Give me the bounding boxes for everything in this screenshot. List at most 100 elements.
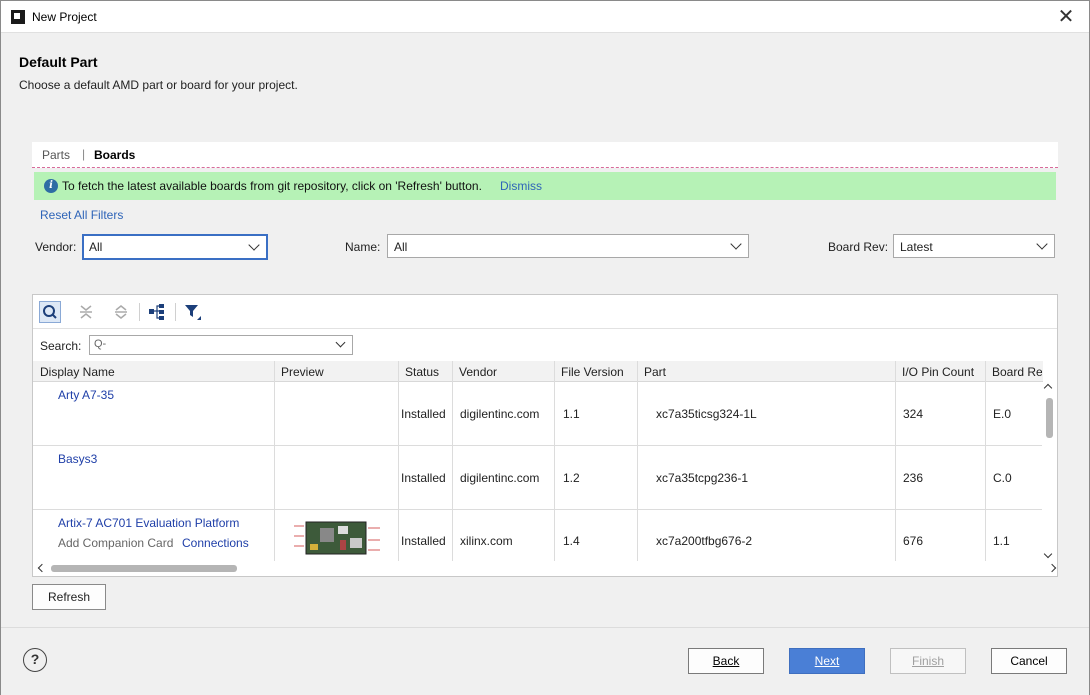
board-vendor: digilentinc.com <box>460 471 540 485</box>
scroll-right-icon[interactable] <box>1047 563 1057 573</box>
finish-button[interactable]: Finish <box>890 648 966 674</box>
window-title: New Project <box>32 10 97 24</box>
board-vendor: digilentinc.com <box>460 407 540 421</box>
info-banner: i To fetch the latest available boards f… <box>34 172 1056 200</box>
board-display-name[interactable]: Arty A7-35 <box>58 388 114 402</box>
search-icon <box>43 305 57 319</box>
board-file-version: 1.2 <box>563 471 580 485</box>
horizontal-scroll-thumb[interactable] <box>51 565 237 572</box>
toolbar-divider <box>175 303 176 321</box>
table-toolbar <box>33 295 1057 329</box>
board-selection-panel: Parts | Boards i To fetch the latest ava… <box>32 142 1058 614</box>
search-toggle-button[interactable] <box>39 301 61 323</box>
board-io-pin-count: 676 <box>903 534 924 548</box>
chevron-down-icon <box>335 337 346 348</box>
companion-card-label: Add Companion Card <box>58 536 174 550</box>
scroll-left-icon[interactable] <box>37 563 47 573</box>
board-display-name[interactable]: Basys3 <box>58 452 97 466</box>
search-row: Search: Q- <box>33 331 1057 359</box>
scroll-down-icon[interactable] <box>1043 549 1053 559</box>
app-icon <box>11 10 25 24</box>
title-bar: New Project ✕ <box>1 1 1089 33</box>
table-row[interactable]: Artix-7 AC701 Evaluation Platform Add Co… <box>33 510 1043 562</box>
board-status: Installed <box>401 407 446 421</box>
board-io-pin-count: 236 <box>903 471 924 485</box>
expand-all-button[interactable] <box>110 301 132 323</box>
vertical-scrollbar[interactable] <box>1042 382 1056 562</box>
vendor-select[interactable]: All <box>82 234 268 260</box>
board-file-version: 1.1 <box>563 407 580 421</box>
filter-button[interactable] <box>182 301 204 323</box>
scroll-up-icon[interactable] <box>1043 383 1053 393</box>
board-status: Installed <box>401 471 446 485</box>
search-input[interactable]: Q- <box>89 335 353 355</box>
name-value: All <box>394 240 408 254</box>
chevron-down-icon <box>248 239 260 251</box>
collapse-all-icon <box>80 305 92 319</box>
help-button[interactable]: ? <box>23 648 47 672</box>
info-message: To fetch the latest available boards fro… <box>62 179 482 193</box>
board-vendor: xilinx.com <box>460 534 513 548</box>
part-board-tabs: Parts | Boards <box>32 142 1058 168</box>
chevron-down-icon <box>1036 238 1048 250</box>
board-file-version: 1.4 <box>563 534 580 548</box>
board-display-name[interactable]: Artix-7 AC701 Evaluation Platform <box>58 516 239 530</box>
back-button[interactable]: Back <box>688 648 764 674</box>
column-header-display-name[interactable]: Display Name <box>40 365 115 379</box>
search-placeholder: Q- <box>94 338 107 350</box>
board-io-pin-count: 324 <box>903 407 924 421</box>
page-header: Default Part Choose a default AMD part o… <box>1 34 1089 104</box>
board-preview-image <box>292 516 382 558</box>
dismiss-link[interactable]: Dismiss <box>500 179 542 193</box>
refresh-button[interactable]: Refresh <box>32 584 106 610</box>
page-title: Default Part <box>19 54 98 70</box>
board-rev-label: Board Rev: <box>828 240 889 254</box>
tab-separator: | <box>82 147 86 161</box>
toolbar-divider <box>139 303 140 321</box>
dialog-footer: ? Back Next Finish Cancel <box>1 627 1089 695</box>
column-header-part[interactable]: Part <box>644 365 666 379</box>
table-row[interactable]: Arty A7-35 Installed digilentinc.com 1.1… <box>33 382 1043 446</box>
name-label: Name: <box>345 240 381 254</box>
vertical-scroll-thumb[interactable] <box>1046 398 1053 438</box>
hierarchy-button[interactable] <box>146 301 168 323</box>
filter-icon <box>185 305 201 320</box>
name-select[interactable]: All <box>387 234 749 258</box>
column-header-io-pin-count[interactable]: I/O Pin Count <box>902 365 974 379</box>
column-header-board-rev[interactable]: Board Re <box>992 365 1042 379</box>
board-preview-graphic <box>294 521 380 555</box>
hierarchy-icon <box>149 304 164 320</box>
reset-all-filters-link[interactable]: Reset All Filters <box>40 208 123 222</box>
board-part: xc7a200tfbg676-2 <box>656 534 753 548</box>
board-rev: E.0 <box>993 407 1012 421</box>
column-header-preview[interactable]: Preview <box>281 365 324 379</box>
board-rev: 1.1 <box>993 534 1010 548</box>
board-part: xc7a35tcpg236-1 <box>656 471 749 485</box>
finish-button-label: Finish <box>911 654 944 668</box>
column-header-status[interactable]: Status <box>405 365 439 379</box>
expand-all-icon <box>115 305 127 319</box>
tab-boards[interactable]: Boards <box>94 148 135 162</box>
new-project-dialog: New Project ✕ Default Part Choose a defa… <box>0 0 1090 695</box>
connections-link[interactable]: Connections <box>182 536 249 550</box>
board-rev: C.0 <box>993 471 1012 485</box>
next-button-label: Next <box>814 654 840 668</box>
tab-parts[interactable]: Parts <box>42 148 70 162</box>
board-rev-value: Latest <box>900 240 933 254</box>
search-label: Search: <box>40 339 82 353</box>
horizontal-scrollbar[interactable] <box>33 561 1057 575</box>
table-header: Display Name Preview Status Vendor File … <box>33 361 1043 382</box>
table-row[interactable]: Basys3 Installed digilentinc.com 1.2 xc7… <box>33 446 1043 510</box>
column-header-vendor[interactable]: Vendor <box>459 365 497 379</box>
next-button[interactable]: Next <box>789 648 865 674</box>
info-icon: i <box>44 179 58 193</box>
vendor-value: All <box>89 240 103 254</box>
board-part: xc7a35ticsg324-1L <box>656 407 757 421</box>
collapse-all-button[interactable] <box>75 301 97 323</box>
board-rev-select[interactable]: Latest <box>893 234 1055 258</box>
back-button-label: Back <box>712 654 740 668</box>
close-button[interactable]: ✕ <box>1043 1 1089 33</box>
column-header-file-version[interactable]: File Version <box>561 365 624 379</box>
cancel-button[interactable]: Cancel <box>991 648 1067 674</box>
page-description: Choose a default AMD part or board for y… <box>19 78 298 92</box>
